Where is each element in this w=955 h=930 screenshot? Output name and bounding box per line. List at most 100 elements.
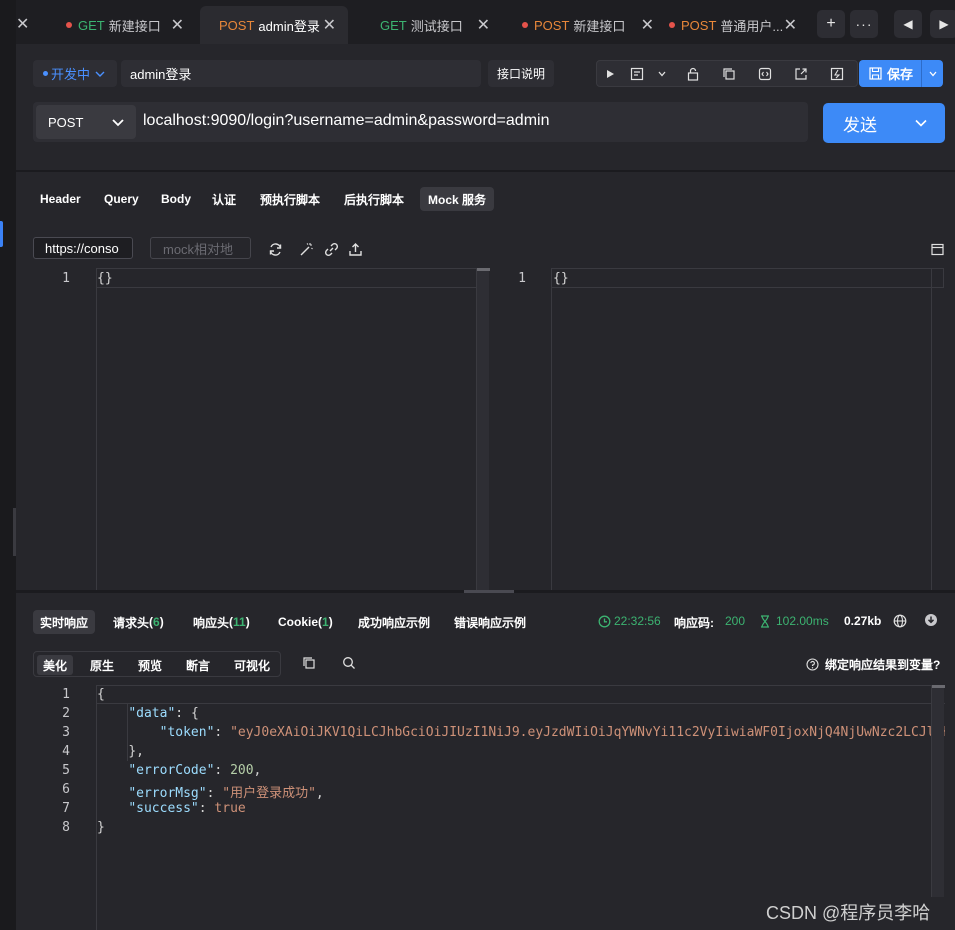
- close-icon[interactable]: ✕: [477, 15, 490, 35]
- code-icon[interactable]: [756, 65, 774, 83]
- environment-label: 开发中: [51, 67, 91, 82]
- tab-body[interactable]: Body: [161, 187, 191, 211]
- chevron-down-icon: [112, 119, 124, 127]
- chevron-down-icon: [95, 71, 105, 77]
- tab-success-example[interactable]: 成功响应示例: [358, 610, 430, 634]
- response-duration: 102.00ms: [759, 614, 829, 628]
- left-sidebar-strip: [0, 0, 16, 930]
- run-icon[interactable]: [601, 65, 619, 83]
- mock-request-editor[interactable]: 1 {}: [16, 268, 490, 590]
- code-line: "data": {: [128, 706, 199, 721]
- active-indicator: [0, 221, 3, 247]
- close-icon[interactable]: ✕: [641, 15, 654, 35]
- api-name-input[interactable]: admin登录: [121, 60, 481, 87]
- tab-label: 新建接口: [108, 18, 161, 34]
- tab-realtime-response[interactable]: 实时响应: [33, 610, 96, 634]
- clock-icon: [598, 615, 611, 627]
- url-input[interactable]: localhost:9090/login?username=admin&pass…: [143, 112, 549, 130]
- tab-method: POST: [219, 17, 255, 33]
- line-number: 3: [62, 725, 70, 740]
- view-mode-group: 美化 原生 预览 断言 可视化: [33, 651, 281, 677]
- tab-header[interactable]: Header: [40, 187, 81, 211]
- tab-get-test-api[interactable]: GET 测试接口 ✕: [380, 6, 490, 44]
- share-icon[interactable]: [792, 65, 810, 83]
- send-label: 发送: [843, 115, 877, 135]
- chevron-down-icon[interactable]: [897, 115, 945, 131]
- download-icon[interactable]: [924, 613, 938, 627]
- more-tabs-button[interactable]: ···: [850, 10, 878, 38]
- tab-error-example[interactable]: 错误响应示例: [454, 610, 526, 634]
- line-number: 1: [62, 687, 70, 702]
- tab-mock-service[interactable]: Mock 服务: [420, 187, 495, 211]
- code-text: {}: [553, 271, 569, 286]
- line-number: 5: [62, 763, 70, 778]
- tab-request-headers[interactable]: 请求头(6): [113, 610, 164, 634]
- tab-method: GET: [78, 17, 105, 33]
- method-label: POST: [48, 114, 84, 130]
- globe-icon[interactable]: [893, 614, 907, 628]
- tab-post-admin-login[interactable]: POST admin登录 ✕: [200, 6, 348, 44]
- tab-cookie[interactable]: Cookie(1): [278, 610, 333, 634]
- request-tab-bar: ✕ GET 新建接口 ✕ POST admin登录 ✕ GET 测试接口 ✕ P…: [16, 0, 955, 48]
- tab-query[interactable]: Query: [104, 187, 139, 211]
- tab-method: POST: [681, 17, 717, 33]
- code-line: {: [97, 687, 105, 702]
- bind-response-to-variable-link[interactable]: 绑定响应结果到变量?: [806, 656, 940, 673]
- request-toolbar: [596, 60, 858, 87]
- watermark: CSDN @程序员李哈: [766, 903, 931, 923]
- code-line: }: [97, 820, 105, 835]
- mock-relative-path-input[interactable]: mock相对地: [150, 237, 251, 259]
- tab-post-normal-user[interactable]: POST 普通用户... ✕: [669, 6, 797, 44]
- current-line-highlight: [96, 268, 488, 288]
- refresh-icon[interactable]: [267, 241, 283, 257]
- tab-method: POST: [534, 17, 570, 33]
- close-icon[interactable]: ✕: [171, 15, 184, 35]
- mock-response-editor[interactable]: 1 {}: [492, 268, 955, 590]
- scroll-tabs-left-button[interactable]: ◀: [894, 10, 922, 38]
- tab-method: GET: [380, 17, 407, 33]
- scroll-tabs-right-button[interactable]: ▶: [930, 10, 955, 38]
- tab-post-script[interactable]: 后执行脚本: [344, 187, 404, 211]
- chevron-down-icon[interactable]: [921, 60, 943, 87]
- view-mode-assert[interactable]: 断言: [186, 655, 210, 675]
- response-body-editor[interactable]: 1 2 3 4 5 6 7 8 { "data": { "token": "ey…: [16, 685, 955, 930]
- tab-post-new-api[interactable]: POST 新建接口 ✕: [522, 6, 654, 44]
- method-select[interactable]: POST: [36, 105, 136, 139]
- api-doc-button[interactable]: 接口说明: [488, 60, 554, 87]
- save-button[interactable]: 保存: [859, 60, 943, 87]
- view-mode-raw[interactable]: 原生: [90, 655, 114, 675]
- close-icon[interactable]: ✕: [16, 14, 29, 34]
- format-icon[interactable]: [628, 65, 646, 83]
- close-icon[interactable]: ✕: [323, 15, 336, 35]
- chevron-down-icon[interactable]: [653, 65, 671, 83]
- response-panel: 实时响应 请求头(6) 响应头(11) Cookie(1) 成功响应示例 错误响…: [16, 593, 955, 930]
- tab-label: 测试接口: [410, 18, 463, 34]
- copy-icon[interactable]: [720, 65, 738, 83]
- editor-scrollbar[interactable]: [476, 268, 490, 590]
- add-tab-button[interactable]: +: [817, 10, 845, 38]
- editor-scrollbar[interactable]: [931, 685, 945, 897]
- import-icon[interactable]: [828, 65, 846, 83]
- copy-icon[interactable]: [301, 655, 317, 671]
- view-mode-beautify[interactable]: 美化: [37, 655, 74, 675]
- close-icon[interactable]: ✕: [784, 15, 797, 35]
- search-icon[interactable]: [341, 655, 357, 671]
- request-panel: 开发中 admin登录 接口说明 保存 POST localhost:9090/…: [16, 44, 955, 170]
- environment-select[interactable]: 开发中: [33, 60, 117, 87]
- request-params-panel: Header Query Body 认证 预执行脚本 后执行脚本 Mock 服务…: [16, 172, 955, 590]
- view-mode-preview[interactable]: 预览: [138, 655, 162, 675]
- line-number: 8: [62, 820, 70, 835]
- panel-layout-icon[interactable]: [929, 241, 945, 257]
- magic-wand-icon[interactable]: [298, 241, 314, 257]
- view-mode-visualize[interactable]: 可视化: [234, 655, 270, 675]
- tab-auth[interactable]: 认证: [212, 187, 236, 211]
- upload-share-icon[interactable]: [347, 241, 363, 257]
- tab-response-headers[interactable]: 响应头(11): [193, 610, 250, 634]
- mock-url-field[interactable]: https://conso: [33, 237, 133, 259]
- link-icon[interactable]: [323, 241, 339, 257]
- unlock-icon[interactable]: [684, 65, 702, 83]
- send-button[interactable]: 发送: [823, 103, 945, 143]
- tab-get-new-api[interactable]: GET 新建接口 ✕: [66, 6, 184, 44]
- code-line: },: [128, 744, 144, 759]
- tab-pre-script[interactable]: 预执行脚本: [260, 187, 320, 211]
